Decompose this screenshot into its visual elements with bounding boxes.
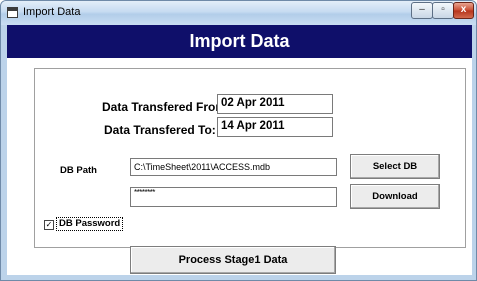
- db-password-checkbox[interactable]: ✓: [44, 220, 54, 230]
- select-db-button[interactable]: Select DB: [350, 154, 440, 179]
- client-area: Import Data Data Transfered From: 02 Apr…: [7, 25, 472, 275]
- download-button[interactable]: Download: [350, 184, 440, 209]
- db-password-label[interactable]: DB Password: [56, 217, 124, 231]
- db-path-label: DB Path: [60, 165, 97, 176]
- maximize-button[interactable]: ▫: [432, 2, 454, 19]
- window-title: Import Data: [23, 6, 81, 18]
- to-date-label: Data Transfered To:: [104, 123, 216, 137]
- db-path-field[interactable]: C:\TimeSheet\2011\ACCESS.mdb: [130, 158, 337, 176]
- to-date-field[interactable]: 14 Apr 2011: [217, 117, 333, 137]
- process-stage1-button[interactable]: Process Stage1 Data: [130, 246, 336, 274]
- title-bar[interactable]: Import Data – ▫ x: [1, 1, 476, 25]
- banner-title: Import Data: [7, 25, 472, 58]
- from-date-field[interactable]: 02 Apr 2011: [217, 94, 333, 114]
- app-window-icon[interactable]: [7, 7, 18, 18]
- db-password-field[interactable]: ********: [130, 187, 337, 207]
- close-button[interactable]: x: [453, 2, 474, 19]
- import-data-window: Import Data – ▫ x Import Data Data Trans…: [0, 0, 477, 281]
- minimize-button[interactable]: –: [411, 2, 433, 19]
- from-date-label: Data Transfered From:: [102, 100, 231, 114]
